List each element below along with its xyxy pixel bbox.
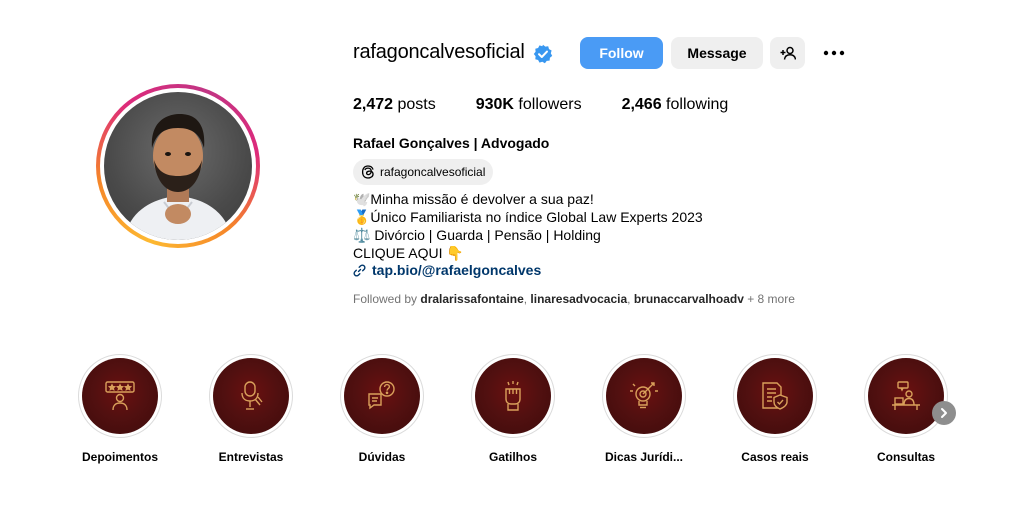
profile-avatar-story-ring[interactable]: [96, 84, 260, 248]
highlight-cover[interactable]: [868, 358, 944, 434]
document-shield-icon: [762, 382, 788, 410]
profile-full-name: Rafael Gonçalves | Advogado: [353, 135, 550, 151]
posts-stat: 2,472 posts: [353, 96, 436, 114]
reviews-icon: [105, 381, 135, 411]
following-label: following: [661, 96, 729, 113]
highlight-depoimentos[interactable]: Depoimentos: [78, 354, 162, 474]
idea-target-icon: [630, 382, 658, 409]
highlight-label: Entrevistas: [218, 450, 284, 464]
followed-by-user[interactable]: dralarissafontaine: [420, 292, 523, 306]
highlight-entrevistas[interactable]: Entrevistas: [209, 354, 293, 474]
avatar-portrait: [124, 114, 232, 240]
highlight-label: Depoimentos: [81, 450, 158, 464]
highlight-label: Dúvidas: [358, 450, 406, 464]
followers-count: 930K: [475, 96, 514, 113]
highlight-dicas-juridicas[interactable]: Dicas Jurídi...: [602, 354, 686, 474]
highlight-cover[interactable]: [213, 358, 289, 434]
fist-icon: [505, 381, 521, 411]
followed-by-more[interactable]: + 8 more: [744, 292, 795, 306]
consultation-icon: [892, 381, 920, 410]
highlight-label: Casos reais: [741, 450, 809, 464]
highlight-cover[interactable]: [737, 358, 813, 434]
link-icon: [353, 263, 366, 277]
message-button[interactable]: Message: [671, 37, 763, 69]
verified-badge-icon: [533, 44, 553, 64]
follow-button[interactable]: Follow: [580, 37, 663, 69]
highlight-cover[interactable]: [475, 358, 551, 434]
bio-line: 🕊️Minha missão é devolver a sua paz!: [353, 191, 594, 207]
highlight-duvidas[interactable]: Dúvidas: [340, 354, 424, 474]
highlight-cover[interactable]: [606, 358, 682, 434]
profile-avatar[interactable]: [104, 92, 252, 240]
followed-by-user[interactable]: linaresadvocacia: [530, 292, 627, 306]
highlight-gatilhos[interactable]: Gatilhos: [471, 354, 555, 474]
bio-link[interactable]: tap.bio/@rafaelgoncalves: [353, 262, 541, 278]
highlight-casos-reais[interactable]: Casos reais: [733, 354, 817, 474]
followed-by-prefix: Followed by: [353, 292, 421, 306]
bio-link-text[interactable]: tap.bio/@rafaelgoncalves: [372, 262, 541, 278]
more-options-button[interactable]: [816, 37, 852, 69]
posts-count: 2,472: [353, 96, 394, 113]
highlight-cover[interactable]: [344, 358, 420, 434]
highlight-label: Consultas: [876, 450, 935, 464]
highlights-next-button[interactable]: [932, 401, 956, 425]
threads-icon: [361, 165, 374, 179]
threads-handle: rafagoncalvesoficial: [380, 165, 486, 179]
profile-username: rafagoncalvesoficial: [353, 41, 525, 63]
bio-line: 🥇Único Familiarista no índice Global Law…: [353, 209, 703, 225]
highlight-label: Dicas Jurídi...: [604, 450, 684, 464]
add-user-icon: [780, 46, 796, 60]
following-stat[interactable]: 2,466 following: [622, 96, 729, 114]
bio-line: ⚖️ Divórcio | Guarda | Pensão | Holding: [353, 227, 601, 243]
profile-bio: 🕊️Minha missão é devolver a sua paz! 🥇Ún…: [353, 190, 703, 262]
followed-by-user[interactable]: brunaccarvalhoadv: [634, 292, 744, 306]
chevron-right-icon: [941, 408, 947, 418]
profile-stats: 2,472 posts 930K followers 2,466 followi…: [353, 96, 768, 114]
bio-line: CLIQUE AQUI 👇: [353, 245, 464, 261]
more-dots-icon: [823, 50, 845, 56]
following-count: 2,466: [621, 96, 662, 113]
threads-link[interactable]: rafagoncalvesoficial: [353, 159, 494, 185]
posts-label: posts: [393, 96, 436, 113]
suggested-users-button[interactable]: [770, 37, 805, 69]
microphone-icon: [241, 381, 263, 410]
followed-by-text[interactable]: Followed by dralarissafontaine, linaresa…: [353, 292, 795, 306]
followers-label: followers: [513, 96, 582, 113]
followers-stat[interactable]: 930K followers: [476, 96, 582, 114]
question-chat-icon: [368, 381, 395, 410]
highlight-cover[interactable]: [82, 358, 158, 434]
highlight-label: Gatilhos: [488, 450, 537, 464]
